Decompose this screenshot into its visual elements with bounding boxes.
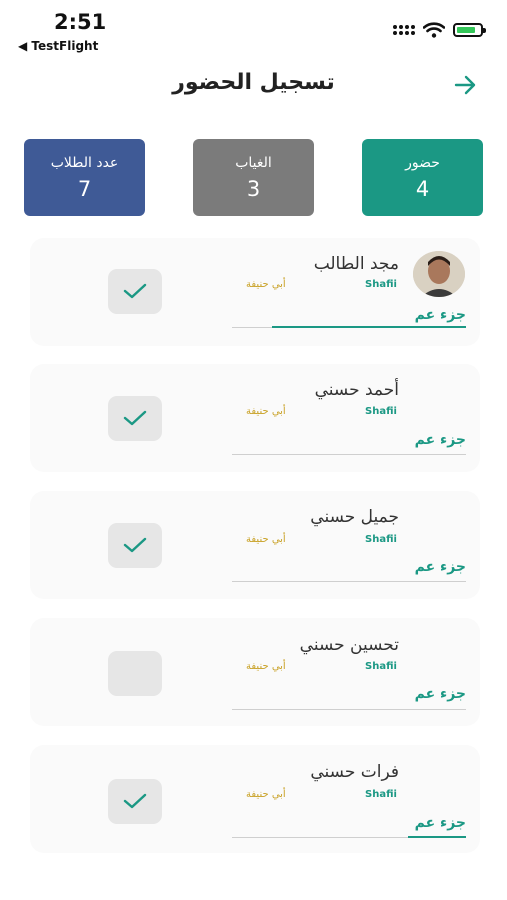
list-item: مجد الطالب Shafii أبي حنيفة جزء عم (30, 238, 480, 346)
school-tag: أبي حنيفة (246, 789, 286, 800)
list-item: أحمد حسني Shafii أبي حنيفة جزء عم (30, 364, 480, 472)
absent-count-label: الغياب (235, 155, 272, 171)
school-tag: أبي حنيفة (246, 406, 286, 417)
progress-underline (408, 836, 466, 838)
status-bar: 2:51 ◀ TestFlight (0, 0, 507, 60)
divider (232, 454, 466, 455)
list-item: جميل حسني Shafii أبي حنيفة جزء عم (30, 491, 480, 599)
students-count-label: عدد الطلاب (50, 155, 119, 171)
avatar (413, 251, 465, 297)
attendance-checkbox[interactable] (108, 779, 162, 824)
juz-label[interactable]: جزء عم (415, 432, 466, 448)
juz-label[interactable]: جزء عم (415, 307, 466, 323)
arrow-right-icon[interactable] (452, 72, 478, 98)
page-title: تسجيل الحضور (172, 70, 335, 95)
attendance-checkbox[interactable] (108, 523, 162, 568)
madhhab-tag: Shafii (365, 534, 397, 545)
school-tag: أبي حنيفة (246, 279, 286, 290)
madhhab-tag: Shafii (365, 279, 397, 290)
present-count-label: حضور (405, 155, 440, 171)
student-name: تحسين حسني (299, 635, 399, 655)
student-name: أحمد حسني (314, 380, 399, 400)
status-icons (393, 22, 486, 38)
wifi-icon (423, 22, 445, 38)
students-count-value: 7 (77, 177, 92, 201)
list-item: فرات حسني Shafii أبي حنيفة جزء عم (30, 745, 480, 853)
divider (232, 709, 466, 710)
madhhab-tag: Shafii (365, 406, 397, 417)
juz-label[interactable]: جزء عم (415, 686, 466, 702)
list-item: تحسين حسني Shafii أبي حنيفة جزء عم (30, 618, 480, 726)
attendance-checkbox[interactable] (108, 651, 162, 696)
student-name: جميل حسني (310, 507, 399, 527)
school-tag: أبي حنيفة (246, 661, 286, 672)
school-tag: أبي حنيفة (246, 534, 286, 545)
juz-label[interactable]: جزء عم (415, 559, 466, 575)
absent-count-value: 3 (246, 177, 261, 201)
attendance-checkbox[interactable] (108, 269, 162, 314)
student-name: فرات حسني (310, 762, 399, 782)
attendance-checkbox[interactable] (108, 396, 162, 441)
student-name: مجد الطالب (313, 254, 399, 274)
absent-count-card: الغياب 3 (193, 139, 314, 216)
madhhab-tag: Shafii (365, 789, 397, 800)
check-icon (123, 283, 147, 299)
madhhab-tag: Shafii (365, 661, 397, 672)
progress-underline (272, 326, 466, 328)
present-count-card: حضور 4 (362, 139, 483, 216)
check-icon (123, 537, 147, 553)
back-to-app-link[interactable]: ◀ TestFlight (18, 39, 98, 53)
check-icon (123, 410, 147, 426)
juz-label[interactable]: جزء عم (415, 815, 466, 831)
present-count-value: 4 (415, 177, 430, 201)
students-count-card: عدد الطلاب 7 (24, 139, 145, 216)
check-icon (123, 793, 147, 809)
signal-icon (393, 25, 415, 35)
status-time: 2:51 (54, 10, 107, 34)
divider (232, 581, 466, 582)
battery-icon (453, 23, 486, 37)
